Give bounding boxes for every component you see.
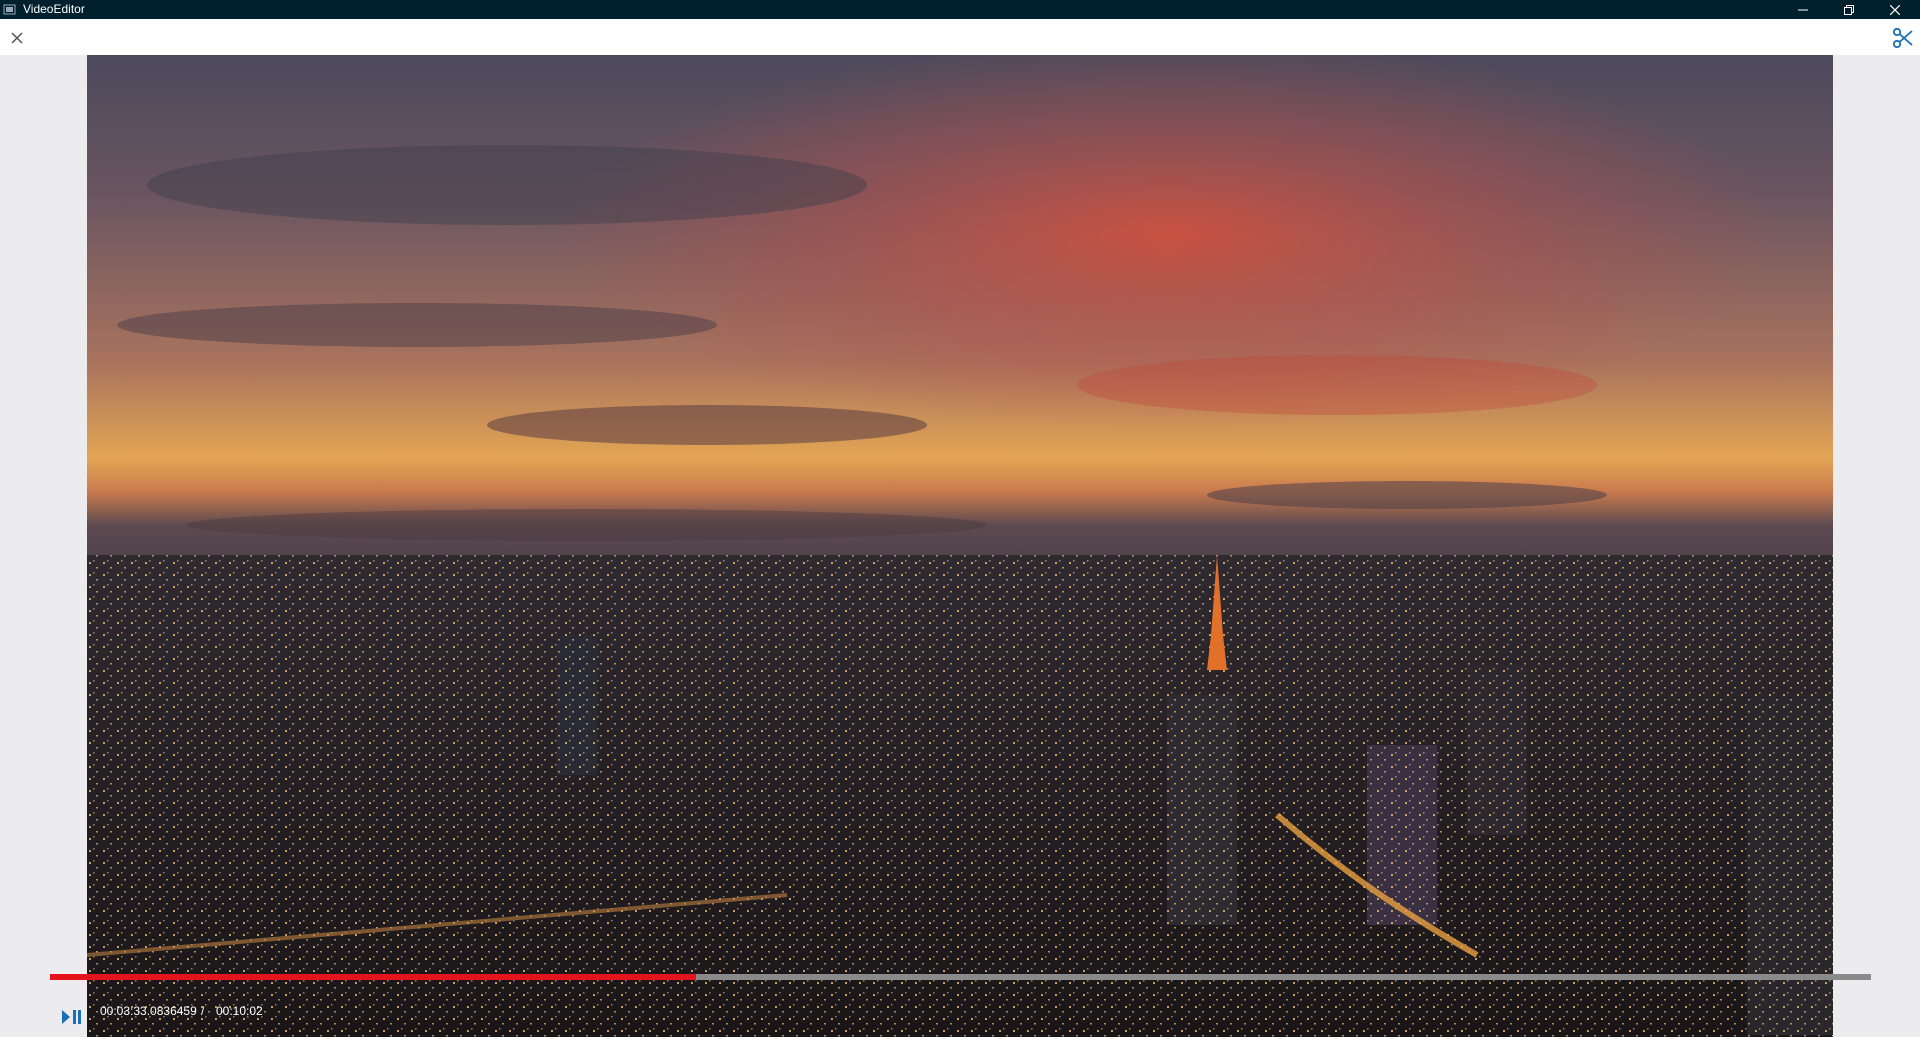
time-separator: / [201,1004,205,1018]
app-icon [3,3,16,16]
current-time: 00:03:33.0836459 [100,1004,197,1018]
close-editor-button[interactable] [6,27,28,49]
cut-button[interactable] [1890,26,1916,50]
restore-icon [1844,4,1854,15]
title-bar: VideoEditor [0,0,1920,19]
scissors-icon [1892,27,1913,49]
total-time: 00:10:02 [216,1004,263,1018]
close-icon [1890,4,1900,15]
window-title: VideoEditor [23,2,85,16]
play-pause-button[interactable] [62,1007,86,1027]
minimize-icon [1798,9,1808,10]
minimize-button[interactable] [1780,0,1826,19]
progress-bar[interactable] [50,974,1871,980]
progress-fill [50,974,697,980]
play-pause-icon [62,1010,81,1024]
restore-button[interactable] [1826,0,1872,19]
video-frame[interactable] [87,55,1833,1037]
close-icon [11,32,23,44]
window-close-button[interactable] [1872,0,1918,19]
video-image [87,55,1833,1037]
toolbar [0,19,1920,55]
